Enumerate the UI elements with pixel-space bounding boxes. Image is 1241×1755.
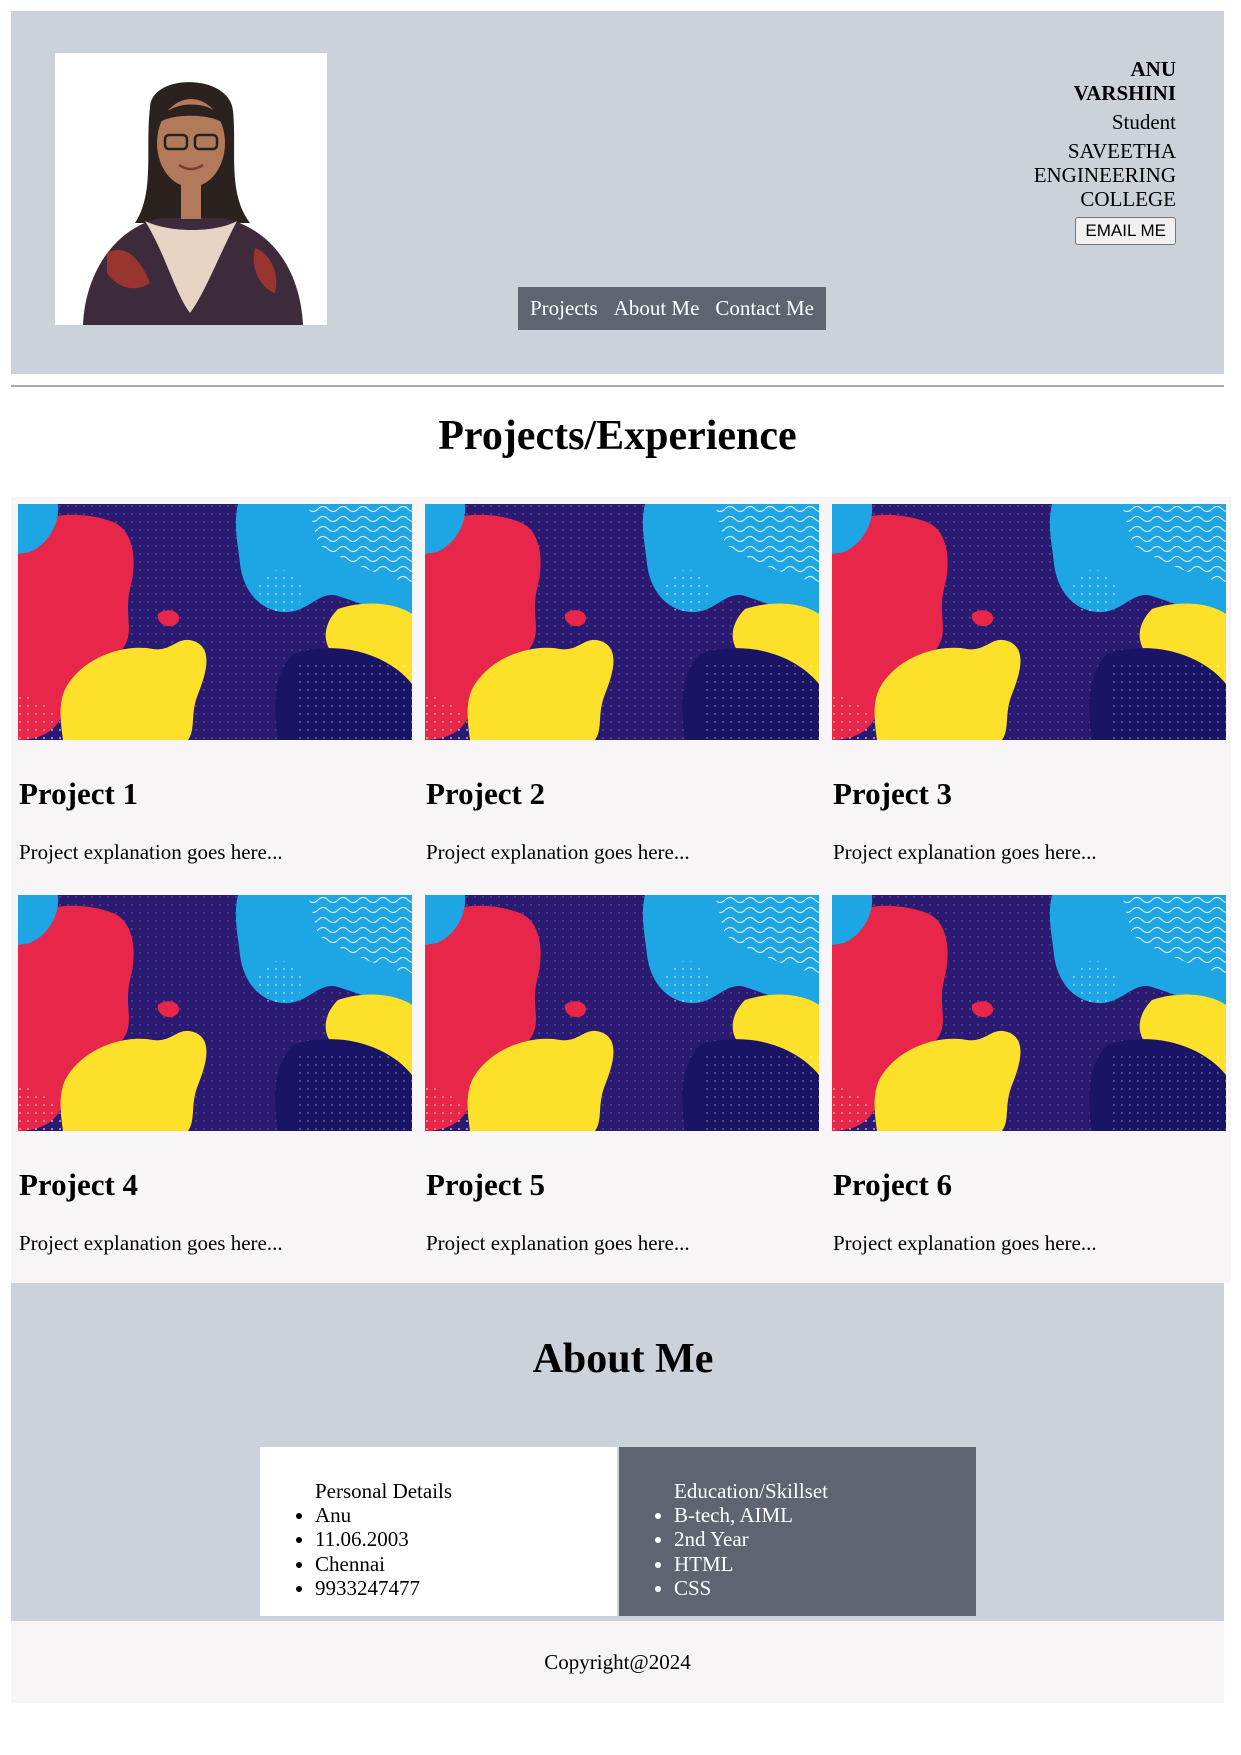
about-heading: About Me <box>532 1336 714 1382</box>
education-list: B-tech, AIML 2nd Year HTML CSS <box>619 1503 793 1601</box>
list-item: 9933247477 <box>315 1576 420 1600</box>
list-item: CSS <box>674 1576 793 1600</box>
nav-link-projects[interactable]: Projects <box>522 296 606 321</box>
project-image <box>832 895 1226 1131</box>
profile-role: Student <box>1111 110 1176 134</box>
education-box: Education/Skillset B-tech, AIML 2nd Year… <box>619 1447 976 1616</box>
project-card: Project 1 Project explanation goes here.… <box>18 504 412 864</box>
list-item: 11.06.2003 <box>315 1527 420 1551</box>
project-title: Project 4 <box>19 1167 139 1202</box>
project-description: Project explanation goes here... <box>833 840 1097 864</box>
project-title: Project 2 <box>426 776 546 811</box>
project-card: Project 4 Project explanation goes here.… <box>18 895 412 1255</box>
education-heading: Education/Skillset <box>674 1479 828 1503</box>
project-description: Project explanation goes here... <box>426 840 690 864</box>
list-item: Chennai <box>315 1552 420 1576</box>
project-card: Project 5 Project explanation goes here.… <box>425 895 819 1255</box>
project-title: Project 3 <box>833 776 953 811</box>
project-image <box>832 504 1226 740</box>
nav-link-contact-me[interactable]: Contact Me <box>707 296 822 321</box>
projects-heading: Projects/Experience <box>438 413 797 459</box>
list-item: HTML <box>674 1552 793 1576</box>
nav-link-about-me[interactable]: About Me <box>606 296 708 321</box>
project-description: Project explanation goes here... <box>833 1231 1097 1255</box>
footer: Copyright@2024 <box>11 1621 1224 1703</box>
personal-details-heading: Personal Details <box>315 1479 453 1503</box>
list-item: 2nd Year <box>674 1527 793 1551</box>
profile-header: ANU VARSHINI Student SAVEETHA ENGINEERIN… <box>11 11 1224 374</box>
email-me-button[interactable]: EMAIL ME <box>1075 217 1176 245</box>
project-title: Project 5 <box>426 1167 546 1202</box>
project-title: Project 1 <box>19 776 139 811</box>
personal-details-list: Anu 11.06.2003 Chennai 9933247477 <box>260 1503 420 1601</box>
list-item: Anu <box>315 1503 420 1527</box>
project-image <box>18 895 412 1131</box>
profile-name: ANU VARSHINI <box>1056 57 1176 105</box>
projects-grid: Project 1 Project explanation goes here.… <box>11 497 1231 1283</box>
project-description: Project explanation goes here... <box>19 840 283 864</box>
project-image <box>425 895 819 1131</box>
profile-info: ANU VARSHINI Student SAVEETHA ENGINEERIN… <box>916 57 1176 245</box>
project-title: Project 6 <box>833 1167 953 1202</box>
project-card: Project 6 Project explanation goes here.… <box>832 895 1226 1255</box>
project-description: Project explanation goes here... <box>19 1231 283 1255</box>
profile-name-last: VARSHINI <box>1073 81 1176 105</box>
profile-photo <box>55 53 327 325</box>
divider <box>11 385 1224 387</box>
project-card: Project 2 Project explanation goes here.… <box>425 504 819 864</box>
list-item: B-tech, AIML <box>674 1503 793 1527</box>
project-image <box>18 504 412 740</box>
copyright-text: Copyright@2024 <box>544 1650 691 1674</box>
main-nav: Projects About Me Contact Me <box>518 287 826 330</box>
about-section: About Me Personal Details Anu 11.06.2003… <box>11 1283 1224 1621</box>
personal-details-box: Personal Details Anu 11.06.2003 Chennai … <box>260 1447 617 1616</box>
project-image <box>425 504 819 740</box>
project-card: Project 3 Project explanation goes here.… <box>832 504 1226 864</box>
profile-photo-image <box>55 53 327 325</box>
profile-name-first: ANU <box>1130 57 1177 81</box>
profile-college: SAVEETHA ENGINEERING COLLEGE <box>1033 139 1176 211</box>
project-description: Project explanation goes here... <box>426 1231 690 1255</box>
